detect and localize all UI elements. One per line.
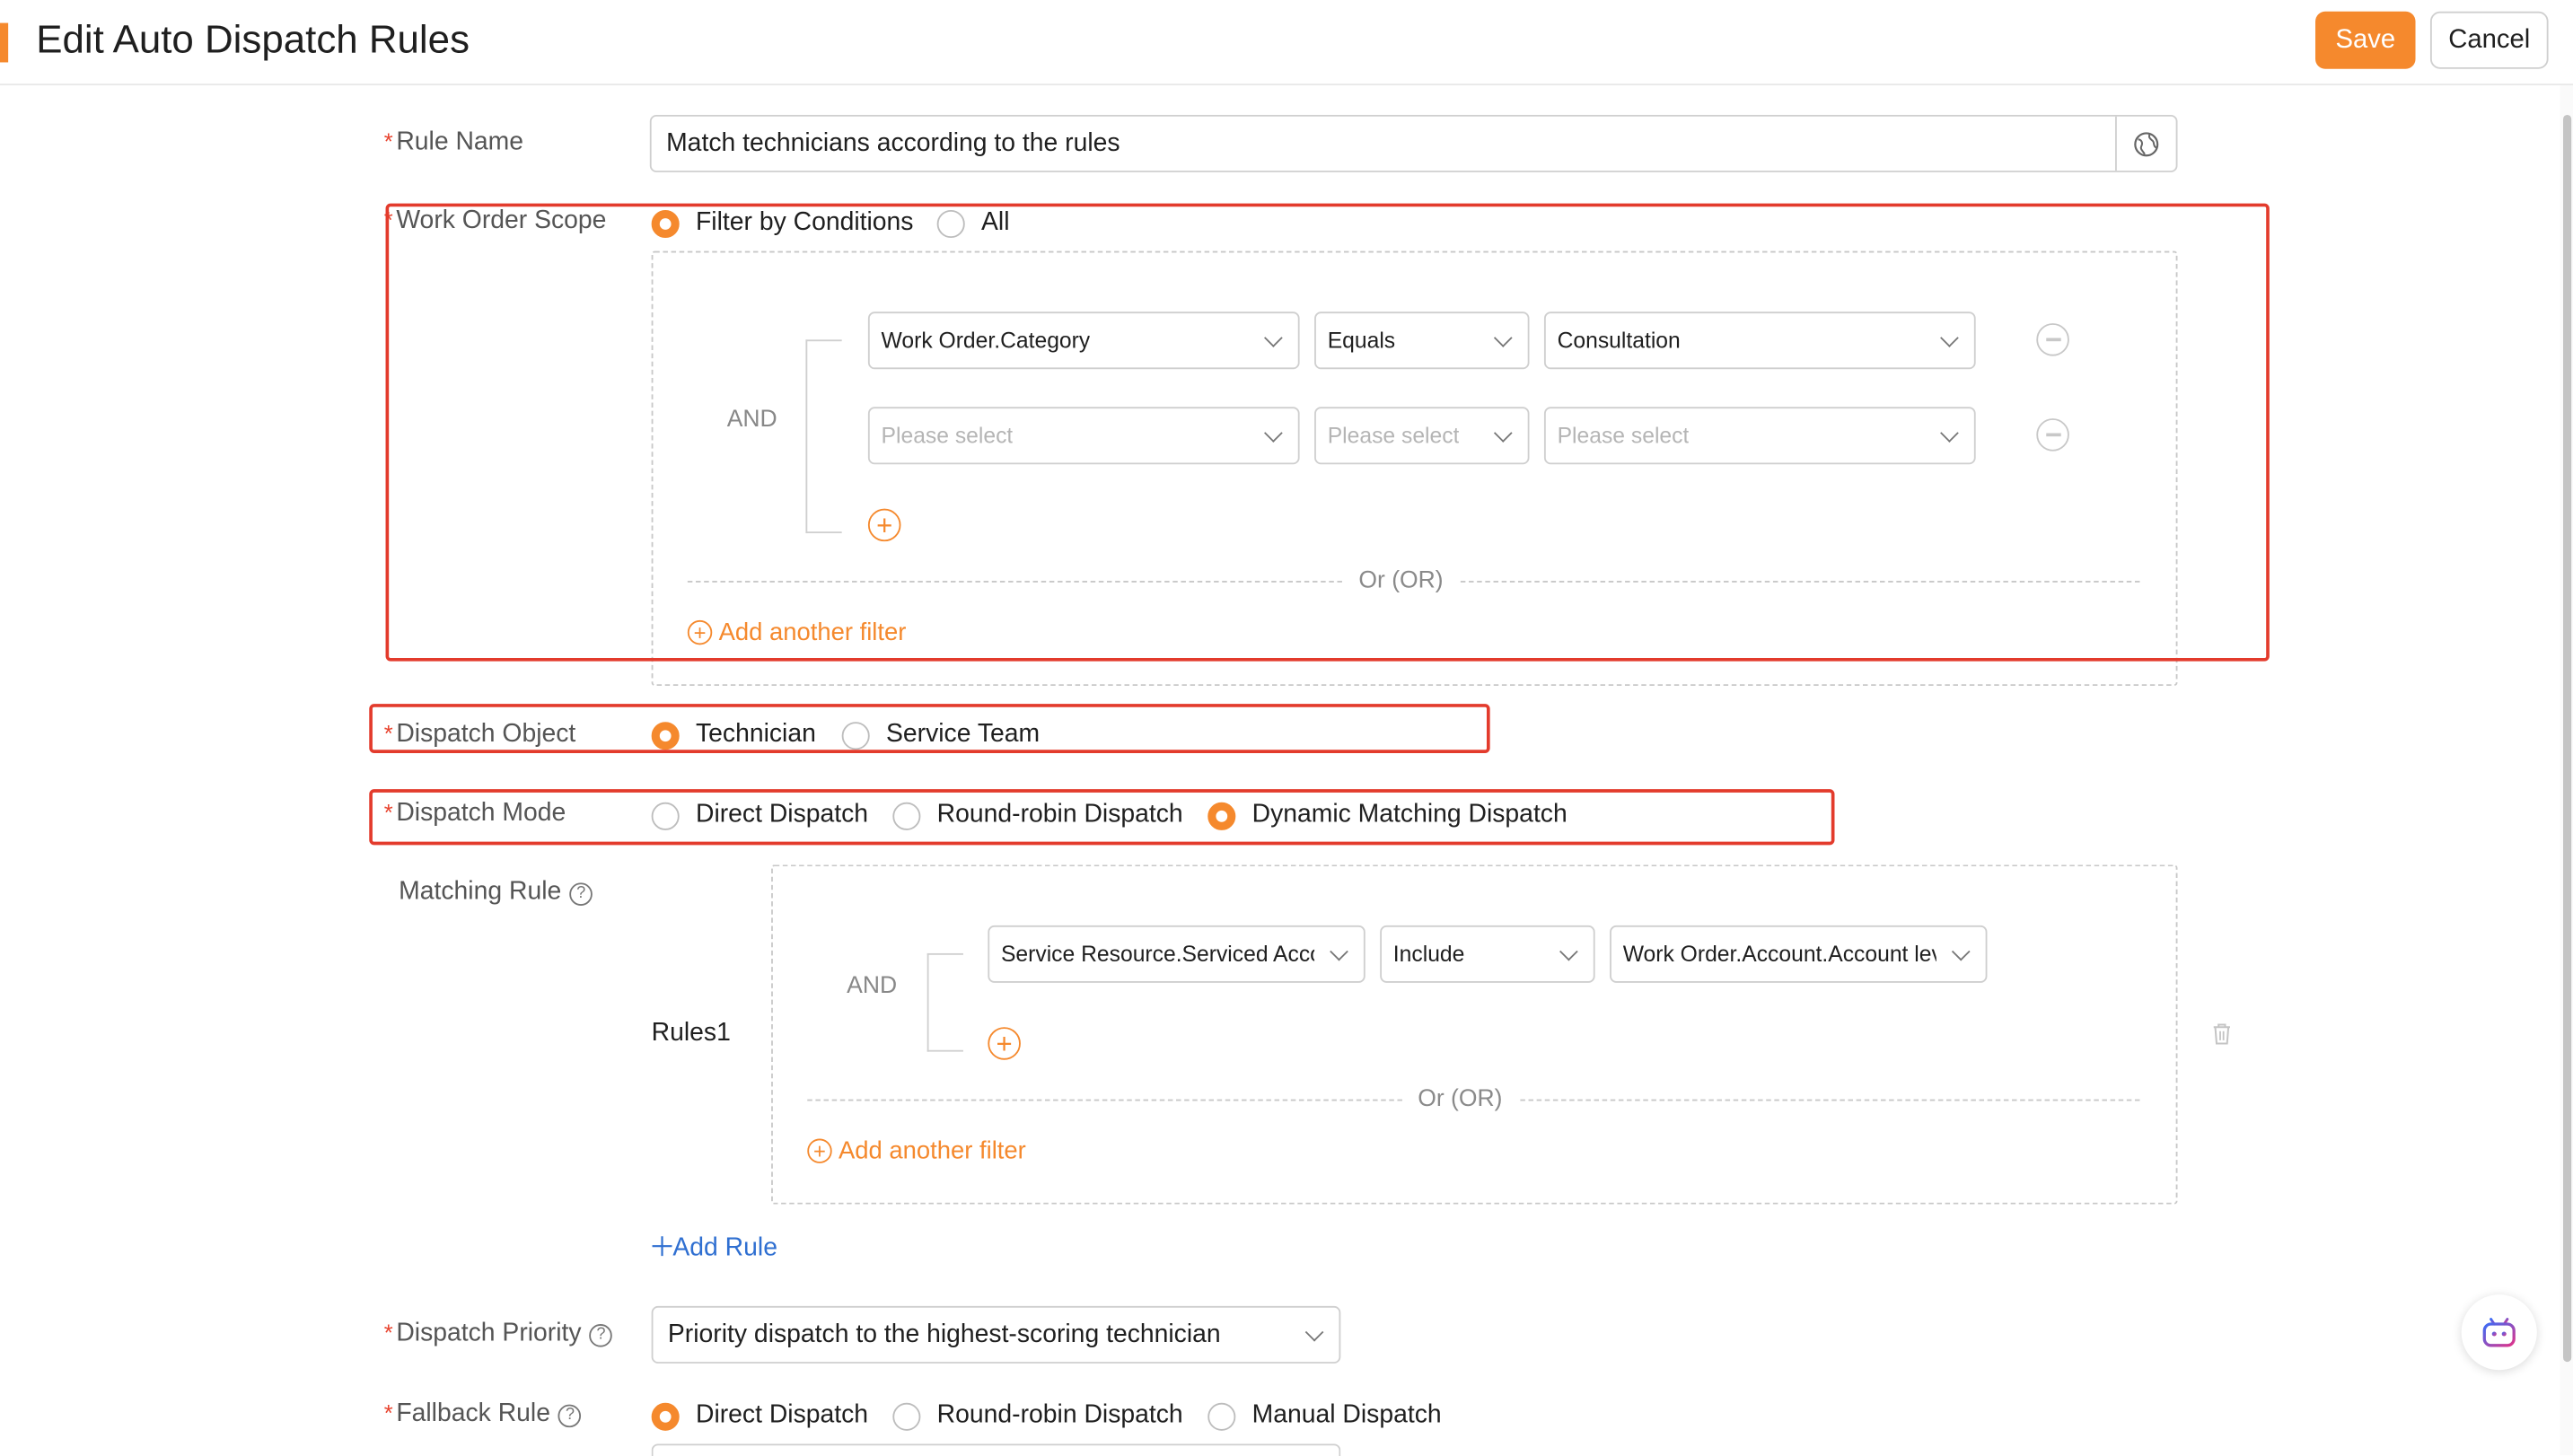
scope-operator-select-1[interactable]: Equals bbox=[1314, 311, 1530, 370]
chevron-down-icon bbox=[1940, 423, 1959, 442]
radio-fallback-manual-dispatch[interactable]: Manual Dispatch bbox=[1207, 1401, 1442, 1431]
plus-icon bbox=[652, 1236, 672, 1257]
radio-dot-selected bbox=[651, 721, 680, 750]
chevron-down-icon bbox=[1940, 328, 1959, 346]
help-icon[interactable]: ? bbox=[569, 882, 593, 906]
dispatch-priority-select[interactable]: Priority dispatch to the highest-scoring… bbox=[651, 1305, 1341, 1364]
chevron-down-icon bbox=[1304, 1321, 1324, 1341]
radio-dot bbox=[892, 801, 921, 829]
radio-technician[interactable]: Technician bbox=[651, 720, 816, 750]
rule-name-rules1: Rules1 bbox=[651, 1019, 731, 1048]
radio-dynamic-matching-dispatch[interactable]: Dynamic Matching Dispatch bbox=[1207, 801, 1568, 830]
rule-name-input[interactable]: Match technicians according to the rules bbox=[649, 114, 2178, 172]
radio-direct-dispatch[interactable]: Direct Dispatch bbox=[651, 801, 868, 830]
radio-service-team[interactable]: Service Team bbox=[841, 720, 1040, 750]
matching-add-filter-link[interactable]: + Add another filter bbox=[807, 1137, 1026, 1165]
fallback-rule-label: * Fallback Rule? bbox=[384, 1399, 582, 1429]
remove-condition-icon[interactable] bbox=[2036, 418, 2069, 452]
help-icon[interactable]: ? bbox=[558, 1404, 582, 1428]
scope-add-filter-link[interactable]: + Add another filter bbox=[687, 618, 906, 646]
scope-or-label: Or (OR) bbox=[1343, 567, 1459, 594]
chevron-down-icon bbox=[1493, 328, 1513, 346]
fallback-select-partial[interactable] bbox=[651, 1443, 1341, 1456]
chevron-down-icon bbox=[1264, 423, 1283, 442]
scope-value-select-1[interactable]: Consultation bbox=[1543, 311, 1976, 370]
radio-dot bbox=[651, 801, 680, 829]
save-button[interactable]: Save bbox=[2315, 11, 2416, 69]
matching-operator-select[interactable]: Include bbox=[1380, 925, 1595, 983]
chevron-down-icon bbox=[1493, 423, 1513, 442]
dispatch-object-label: * Dispatch Object bbox=[383, 720, 576, 749]
radio-dot bbox=[936, 209, 965, 238]
add-condition-icon[interactable]: + bbox=[867, 508, 901, 542]
globe-icon bbox=[2134, 131, 2159, 156]
scrollbar-thumb[interactable] bbox=[2563, 114, 2572, 1363]
help-icon[interactable]: ? bbox=[589, 1324, 613, 1347]
radio-dot-selected bbox=[651, 209, 680, 238]
scope-operator-select-2[interactable]: Please select bbox=[1314, 407, 1530, 465]
cancel-button[interactable]: Cancel bbox=[2429, 11, 2549, 69]
plus-circle-icon: + bbox=[807, 1138, 832, 1163]
scope-and-bracket bbox=[805, 339, 842, 534]
matching-and-bracket bbox=[926, 952, 963, 1052]
title-accent-bar bbox=[0, 22, 9, 63]
rule-name-value: Match technicians according to the rules bbox=[666, 128, 1120, 157]
chevron-down-icon bbox=[1951, 941, 1971, 960]
matching-rule-label: Matching Rule? bbox=[399, 878, 593, 908]
rule-name-label: * Rule Name bbox=[383, 127, 524, 156]
radio-fallback-round-robin[interactable]: Round-robin Dispatch bbox=[892, 1401, 1183, 1431]
radio-dot bbox=[892, 1401, 921, 1430]
radio-all[interactable]: All bbox=[936, 208, 1010, 238]
assistant-button[interactable] bbox=[2461, 1294, 2537, 1371]
page-title: Edit Auto Dispatch Rules bbox=[36, 18, 470, 63]
radio-round-robin-dispatch[interactable]: Round-robin Dispatch bbox=[892, 801, 1183, 830]
add-rule-link[interactable]: Add Rule bbox=[652, 1234, 777, 1264]
remove-condition-icon[interactable] bbox=[2036, 323, 2069, 356]
scope-field-select-1[interactable]: Work Order.Category bbox=[867, 311, 1300, 370]
scope-value-select-2[interactable]: Please select bbox=[1543, 407, 1976, 465]
radio-fallback-direct-dispatch[interactable]: Direct Dispatch bbox=[651, 1401, 868, 1431]
radio-dot bbox=[1207, 1401, 1236, 1430]
matching-value-select[interactable]: Work Order.Account.Account lev bbox=[1610, 925, 1988, 983]
radio-dot bbox=[841, 721, 870, 750]
radio-dot-selected bbox=[651, 1401, 680, 1430]
matching-field-select[interactable]: Service Resource.Serviced Acco bbox=[988, 925, 1366, 983]
radio-filter-by-conditions[interactable]: Filter by Conditions bbox=[651, 208, 913, 238]
matching-and-label: AND bbox=[847, 972, 898, 1000]
language-globe-button[interactable] bbox=[2115, 116, 2176, 171]
matching-or-label: Or (OR) bbox=[1402, 1086, 1517, 1113]
robot-icon bbox=[2482, 1318, 2516, 1347]
dispatch-mode-label: * Dispatch Mode bbox=[383, 799, 566, 828]
chevron-down-icon bbox=[1264, 328, 1283, 346]
radio-dot-selected bbox=[1207, 801, 1236, 829]
scope-and-label: AND bbox=[726, 407, 777, 434]
plus-circle-icon: + bbox=[687, 619, 713, 645]
work-order-scope-label: * Work Order Scope bbox=[383, 206, 607, 235]
chevron-down-icon bbox=[1330, 941, 1348, 960]
scope-field-select-2[interactable]: Please select bbox=[867, 407, 1300, 465]
chevron-down-icon bbox=[1559, 941, 1578, 960]
dispatch-priority-label: * Dispatch Priority? bbox=[384, 1320, 613, 1349]
add-condition-icon[interactable]: + bbox=[988, 1027, 1021, 1060]
trash-icon[interactable] bbox=[2212, 1022, 2232, 1046]
